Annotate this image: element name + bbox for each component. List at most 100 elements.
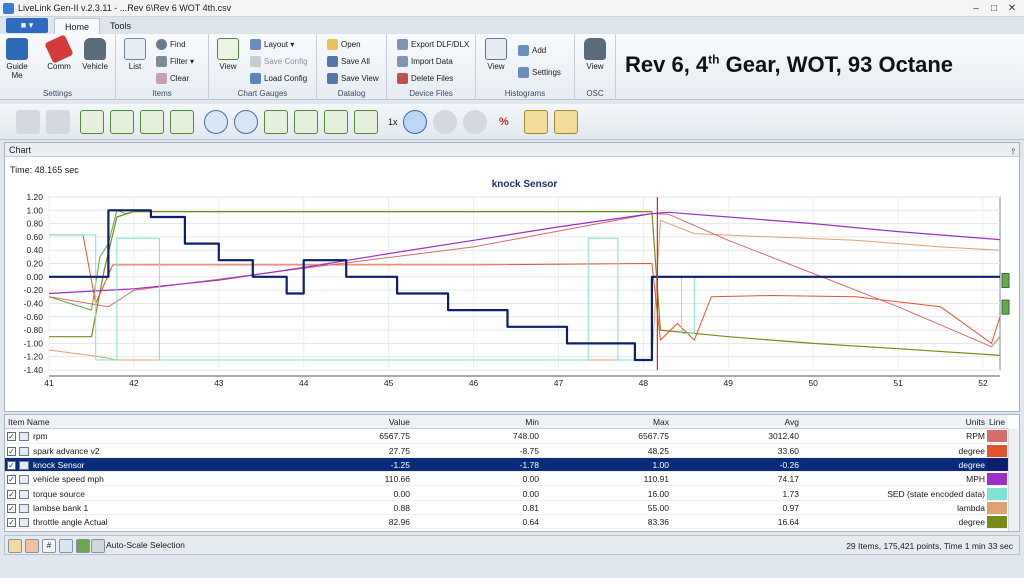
marker-next-icon[interactable] bbox=[554, 110, 578, 134]
clear-button[interactable]: Clear bbox=[156, 72, 189, 86]
record2-disabled-icon[interactable] bbox=[46, 110, 70, 134]
x-tick-label: 47 bbox=[554, 378, 564, 388]
layout-icon bbox=[250, 39, 261, 51]
play-icon[interactable] bbox=[403, 110, 427, 134]
record-disabled-icon[interactable] bbox=[16, 110, 40, 134]
close-button[interactable]: ✕ bbox=[1004, 2, 1020, 15]
y-tick-label: 0.40 bbox=[26, 245, 43, 255]
cell-avg: 74.17 bbox=[777, 474, 799, 485]
list-button[interactable]: List bbox=[122, 38, 148, 71]
comm-button[interactable]: Comm bbox=[44, 34, 74, 71]
y-tick-label: -0.80 bbox=[24, 325, 44, 335]
pin-icon[interactable]: ⫯ bbox=[1012, 145, 1015, 159]
line-color-swatch[interactable] bbox=[987, 501, 1007, 514]
save-icon bbox=[250, 56, 261, 68]
row-checkbox[interactable]: ✓ bbox=[7, 518, 16, 528]
minimize-button[interactable]: – bbox=[968, 2, 984, 15]
layout-button[interactable]: Layout ▾ bbox=[250, 38, 294, 52]
row-checkbox[interactable]: ✓ bbox=[7, 432, 16, 442]
auto-scale-label[interactable]: Auto-Scale Selection bbox=[106, 540, 185, 550]
line-color-swatch[interactable] bbox=[987, 458, 1007, 471]
table-row[interactable]: ✓ spark advance v2 27.75 -8.75 48.25 33.60 deg… bbox=[5, 444, 1008, 458]
row-checkbox[interactable]: ✓ bbox=[7, 460, 16, 470]
pan-left-icon[interactable] bbox=[264, 110, 288, 134]
guide-me-button[interactable]: Guide Me bbox=[3, 38, 31, 80]
playback-speed[interactable]: 1x bbox=[388, 117, 398, 127]
table-row[interactable]: ✓ torque source 0.00 0.00 16.00 1.73 SED (stat… bbox=[5, 487, 1008, 501]
tab-home[interactable]: Home bbox=[54, 18, 101, 34]
grid-scrollbar[interactable] bbox=[1008, 429, 1019, 531]
percent-icon[interactable]: % bbox=[499, 116, 509, 128]
save-all-button[interactable]: Save All bbox=[327, 55, 370, 69]
guide-me-icon bbox=[6, 38, 28, 60]
vehicle-button[interactable]: Vehicle bbox=[78, 38, 112, 71]
pen-icon[interactable] bbox=[8, 539, 22, 553]
col-item-name[interactable]: Item Name bbox=[8, 415, 50, 429]
line-color-swatch[interactable] bbox=[987, 516, 1007, 529]
histogram-add-button[interactable]: Add bbox=[518, 44, 546, 58]
row-checkbox[interactable]: ✓ bbox=[7, 503, 16, 513]
marker-icon[interactable] bbox=[524, 110, 548, 134]
table-row[interactable]: ✓ lambse bank 1 0.88 0.81 55.00 0.97 lambda bbox=[5, 501, 1008, 516]
y-tick-label: 0.00 bbox=[26, 272, 43, 282]
group-settings: Guide Me Comm Vehicle Settings bbox=[0, 34, 116, 100]
pen-x-icon[interactable] bbox=[25, 539, 39, 553]
auto-scale-icon[interactable] bbox=[91, 539, 105, 553]
filter-button[interactable]: Filter ▾ bbox=[156, 55, 194, 69]
stop-icon[interactable] bbox=[463, 110, 487, 134]
y-tick-label: 0.80 bbox=[26, 219, 43, 229]
maximize-button[interactable]: □ bbox=[986, 2, 1002, 15]
tab-tools[interactable]: Tools bbox=[100, 18, 141, 34]
open-button[interactable]: Open bbox=[327, 38, 361, 52]
line-color-swatch[interactable] bbox=[987, 487, 1007, 500]
chart-toolbar: 1x % bbox=[0, 104, 1024, 140]
save-view-button[interactable]: Save View bbox=[327, 72, 379, 86]
line-color-swatch[interactable] bbox=[987, 444, 1007, 457]
fit-icon[interactable] bbox=[140, 110, 164, 134]
table-row[interactable]: ✓ throttle angle Actual 82.96 0.64 83.36 16.6… bbox=[5, 515, 1008, 530]
line-color-swatch[interactable] bbox=[987, 430, 1007, 443]
find-button[interactable]: Find bbox=[156, 38, 186, 52]
fit-all-icon[interactable] bbox=[170, 110, 194, 134]
row-checkbox[interactable]: ✓ bbox=[7, 489, 16, 499]
chart-svg[interactable]: knock Sensor 1.20 1.00 0.80 0.60 0.40 0.20 0.00… bbox=[5, 173, 1019, 411]
hash-icon[interactable]: # bbox=[42, 539, 56, 553]
row-checkbox[interactable]: ✓ bbox=[7, 475, 16, 485]
table-row[interactable]: ✓ vehicle speed mph 110.66 0.00 110.91 74.17 M… bbox=[5, 472, 1008, 487]
pan-icon[interactable] bbox=[294, 110, 318, 134]
zoom-in-icon[interactable] bbox=[234, 110, 258, 134]
line-color-swatch[interactable] bbox=[987, 473, 1007, 486]
x-tick-label: 43 bbox=[214, 378, 224, 388]
save-config-button[interactable]: Save Config bbox=[250, 55, 308, 69]
group-items: List Find Filter ▾ Clear Items bbox=[116, 34, 209, 100]
zoom-out-icon[interactable] bbox=[204, 110, 228, 134]
ribbon: Guide Me Comm Vehicle Settings List Find… bbox=[0, 34, 1024, 100]
pause-icon[interactable] bbox=[433, 110, 457, 134]
table-row[interactable]: ✓ knock Sensor -1.25 -1.78 1.00 -0.26 degree bbox=[5, 457, 1008, 473]
histogram-settings-button[interactable]: Settings bbox=[518, 66, 561, 80]
histogram-view-button[interactable]: View bbox=[482, 38, 510, 71]
col-min[interactable]: Min bbox=[435, 415, 539, 429]
osc-view-button[interactable]: View bbox=[581, 38, 609, 71]
chart-view-button[interactable]: View bbox=[215, 38, 241, 71]
color-bar-icon[interactable] bbox=[76, 539, 90, 553]
row-checkbox[interactable]: ✓ bbox=[7, 446, 16, 456]
cell-units: SED (state encoded data) bbox=[887, 488, 985, 499]
col-value[interactable]: Value bbox=[305, 415, 410, 429]
table-row[interactable]: ✓ rpm 6567.75 748.00 6567.75 3012.40 RPM bbox=[5, 429, 1008, 444]
export-dlf-button[interactable]: Export DLF/DLX bbox=[397, 38, 469, 52]
import-data-button[interactable]: Import Data bbox=[397, 55, 453, 69]
delete-files-button[interactable]: Delete Files bbox=[397, 72, 453, 86]
load-config-button[interactable]: Load Config bbox=[250, 72, 307, 86]
col-units[interactable]: Units bbox=[805, 415, 985, 429]
col-max[interactable]: Max bbox=[565, 415, 669, 429]
max-icon[interactable] bbox=[80, 110, 104, 134]
pan-right-icon[interactable] bbox=[324, 110, 348, 134]
app-menu-button[interactable]: ■ ▾ bbox=[6, 18, 48, 33]
col-line[interactable]: Line bbox=[989, 415, 1005, 429]
cell-min: -8.75 bbox=[519, 445, 539, 456]
col-avg[interactable]: Avg bbox=[695, 415, 800, 429]
gauge-icon[interactable] bbox=[59, 539, 73, 553]
pan-end-icon[interactable] bbox=[354, 110, 378, 134]
max-all-icon[interactable] bbox=[110, 110, 134, 134]
